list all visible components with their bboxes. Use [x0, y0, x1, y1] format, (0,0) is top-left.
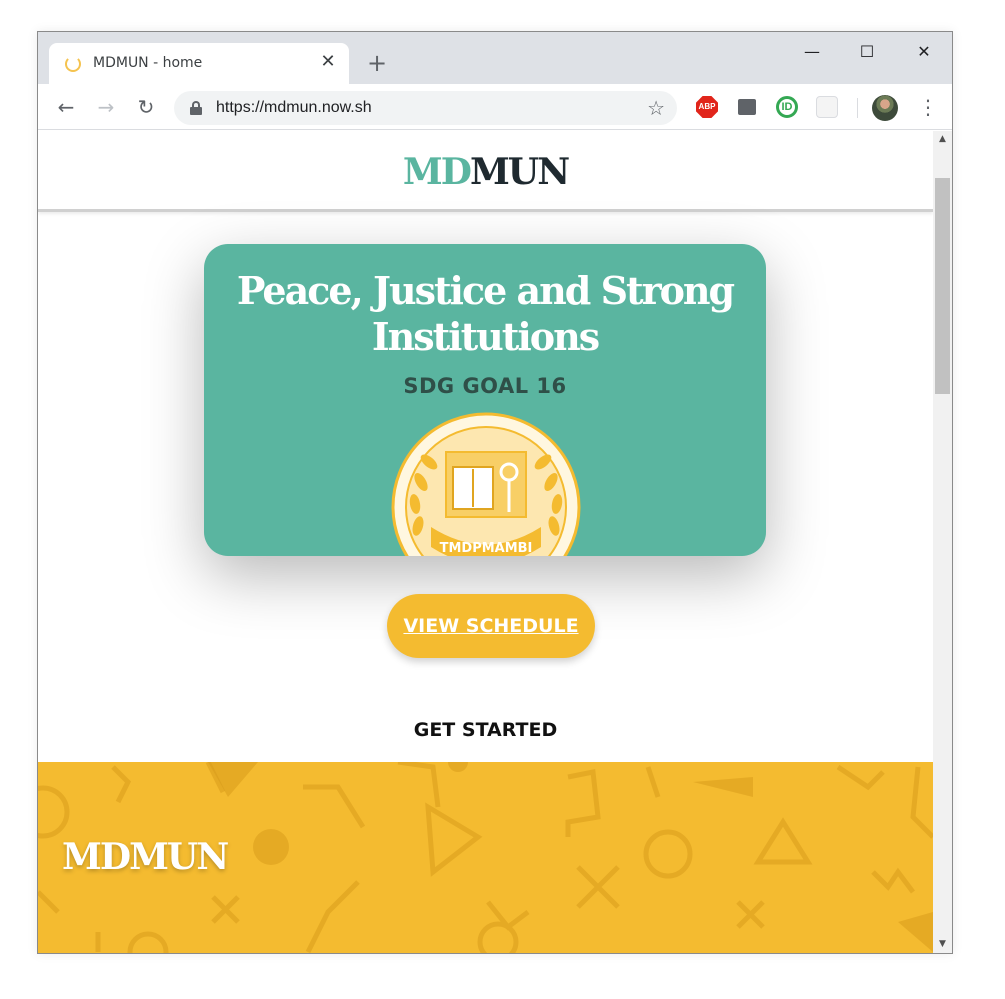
tab-close-icon[interactable]: ✕ [317, 51, 339, 73]
hero-title: Peace, Justice and Strong Institutions [236, 268, 735, 359]
toolbar-divider [857, 98, 858, 118]
scroll-up-arrow-icon[interactable]: ▲ [933, 131, 952, 148]
reader-extension-icon[interactable] [738, 99, 756, 115]
back-button[interactable]: ← [52, 93, 80, 121]
address-bar[interactable]: https://mdmun.now.sh ☆ [174, 91, 677, 125]
lock-icon [190, 101, 202, 115]
tab-strip: MDMUN - home ✕ + — ☐ ✕ [38, 32, 952, 84]
browser-menu-icon[interactable]: ⋮ [918, 93, 938, 121]
hero-subtitle: SDG GOAL 16 [403, 374, 567, 398]
url-text[interactable]: https://mdmun.now.sh [216, 99, 372, 117]
footer-banner: MDMUN [38, 762, 933, 953]
close-window-button[interactable]: ✕ [901, 40, 947, 64]
emblem-text: TMDPMAMBI [440, 541, 533, 556]
hero-card: Peace, Justice and Strong Institutions S… [204, 244, 766, 556]
minimize-button[interactable]: — [789, 40, 835, 64]
scroll-down-arrow-icon[interactable]: ▼ [933, 936, 952, 953]
inactive-extension-icon[interactable] [816, 96, 838, 118]
forward-button[interactable]: → [92, 93, 120, 121]
school-emblem-icon: TMDPMAMBI [391, 412, 581, 556]
maximize-button[interactable]: ☐ [844, 40, 890, 64]
bookmark-star-icon[interactable]: ☆ [647, 96, 665, 120]
new-tab-button[interactable]: + [365, 51, 389, 75]
browser-window: MDMUN - home ✕ + — ☐ ✕ ← → ↻ https://mdm… [37, 31, 953, 954]
site-header: MDMUN [38, 131, 933, 212]
reload-button[interactable]: ↻ [132, 93, 160, 121]
footer-logo[interactable]: MDMUN [62, 836, 229, 878]
site-logo[interactable]: MDMUN [38, 151, 933, 193]
adblock-plus-icon[interactable]: ABP [696, 96, 718, 118]
page-scrollbar[interactable]: ▲ ▼ [933, 131, 952, 953]
logo-mun: MUN [469, 151, 570, 193]
browser-toolbar: ← → ↻ https://mdmun.now.sh ☆ ABP ID ⋮ [38, 84, 952, 130]
view-schedule-button[interactable]: VIEW SCHEDULE [387, 594, 595, 658]
page-viewport: MDMUN Peace, Justice and Strong Institut… [38, 131, 933, 953]
id-extension-icon[interactable]: ID [776, 96, 798, 118]
scrollbar-thumb[interactable] [935, 178, 950, 394]
tab-title: MDMUN - home [93, 55, 203, 71]
logo-md: MD [402, 151, 472, 193]
get-started-link[interactable]: GET STARTED [38, 719, 933, 741]
loading-spinner-icon [65, 56, 81, 72]
tab-home[interactable]: MDMUN - home ✕ [49, 43, 349, 84]
profile-avatar[interactable] [872, 95, 898, 121]
